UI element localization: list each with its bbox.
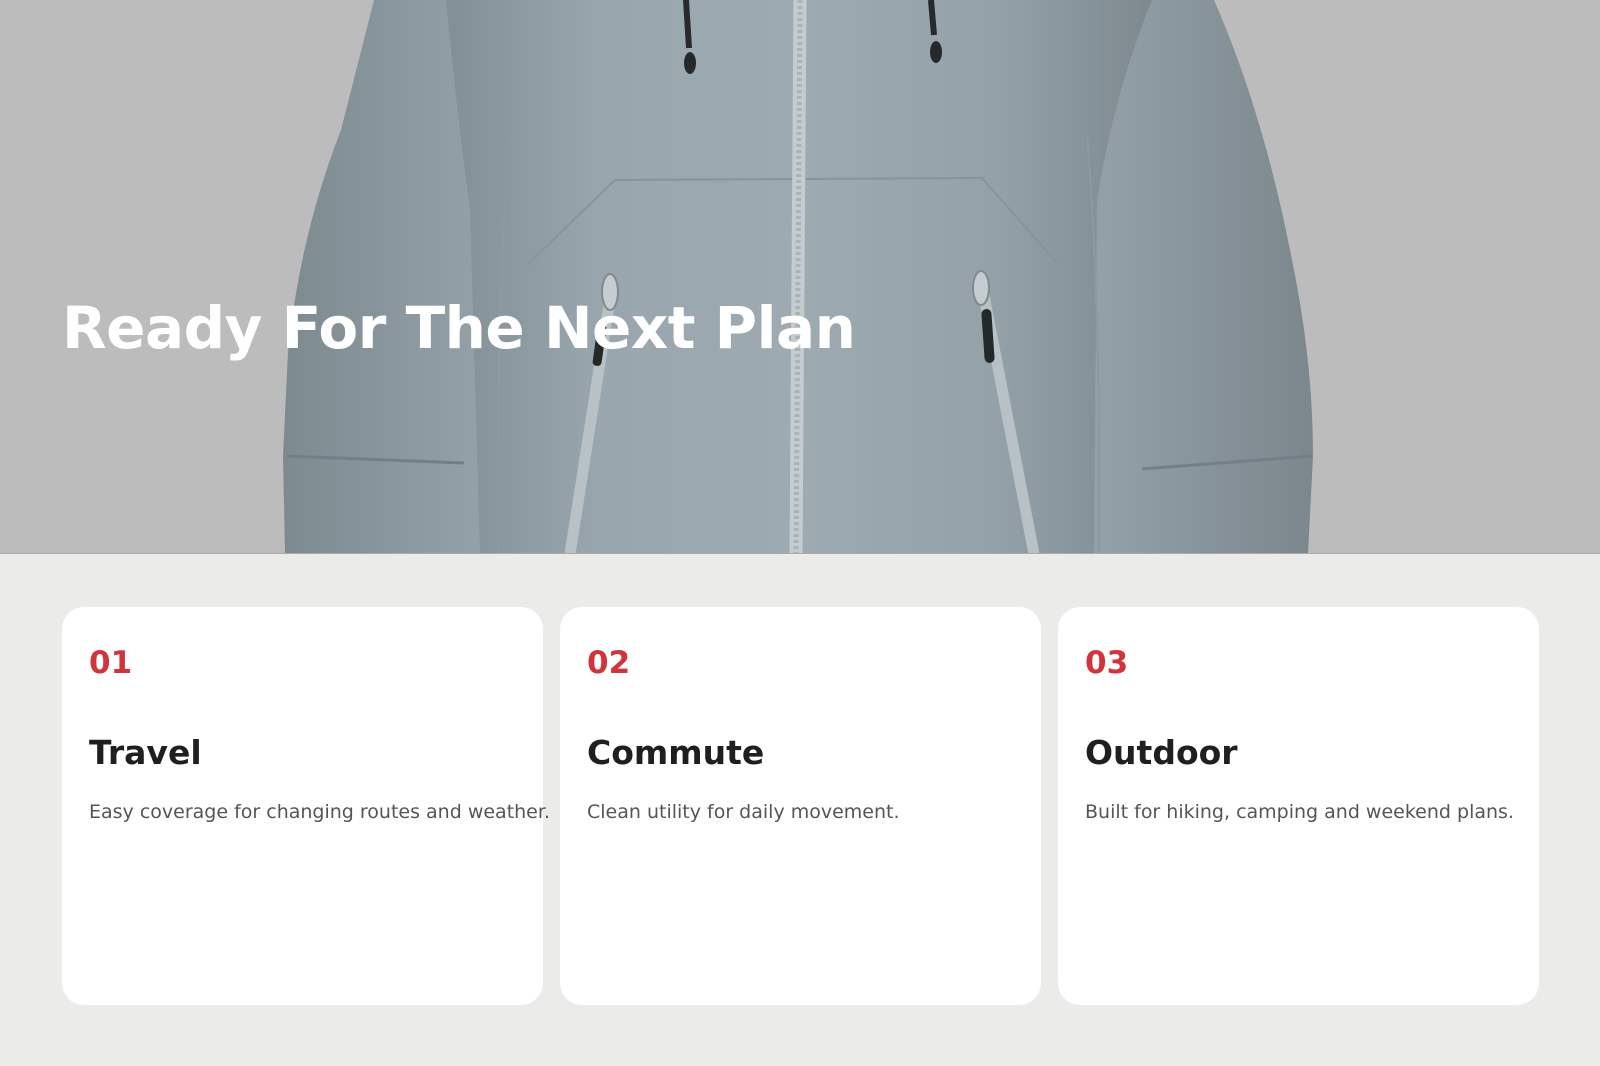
hero-title: Ready For The Next Plan [62, 294, 856, 362]
travel-card: 01 Travel Easy coverage for changing rou… [62, 607, 550, 1005]
card-number: 02 [587, 645, 631, 681]
card-description: Easy coverage for changing routes and we… [89, 801, 550, 823]
card-description: Built for hiking, camping and weekend pl… [1085, 801, 1514, 823]
card-description: Clean utility for daily movement. [587, 801, 900, 823]
use-case-cards: 01 Travel Easy coverage for changing rou… [62, 607, 1539, 1005]
card-title: Travel [89, 733, 202, 773]
outdoor-card: 03 Outdoor Built for hiking, camping and… [1058, 607, 1539, 1005]
hero-banner: Ready For The Next Plan [0, 0, 1600, 554]
card-title: Outdoor [1085, 733, 1238, 773]
commute-card: 02 Commute Clean utility for daily movem… [560, 607, 1041, 1005]
jacket-image [0, 0, 1600, 553]
card-number: 01 [89, 645, 133, 681]
card-title: Commute [587, 733, 765, 773]
card-number: 03 [1085, 645, 1129, 681]
